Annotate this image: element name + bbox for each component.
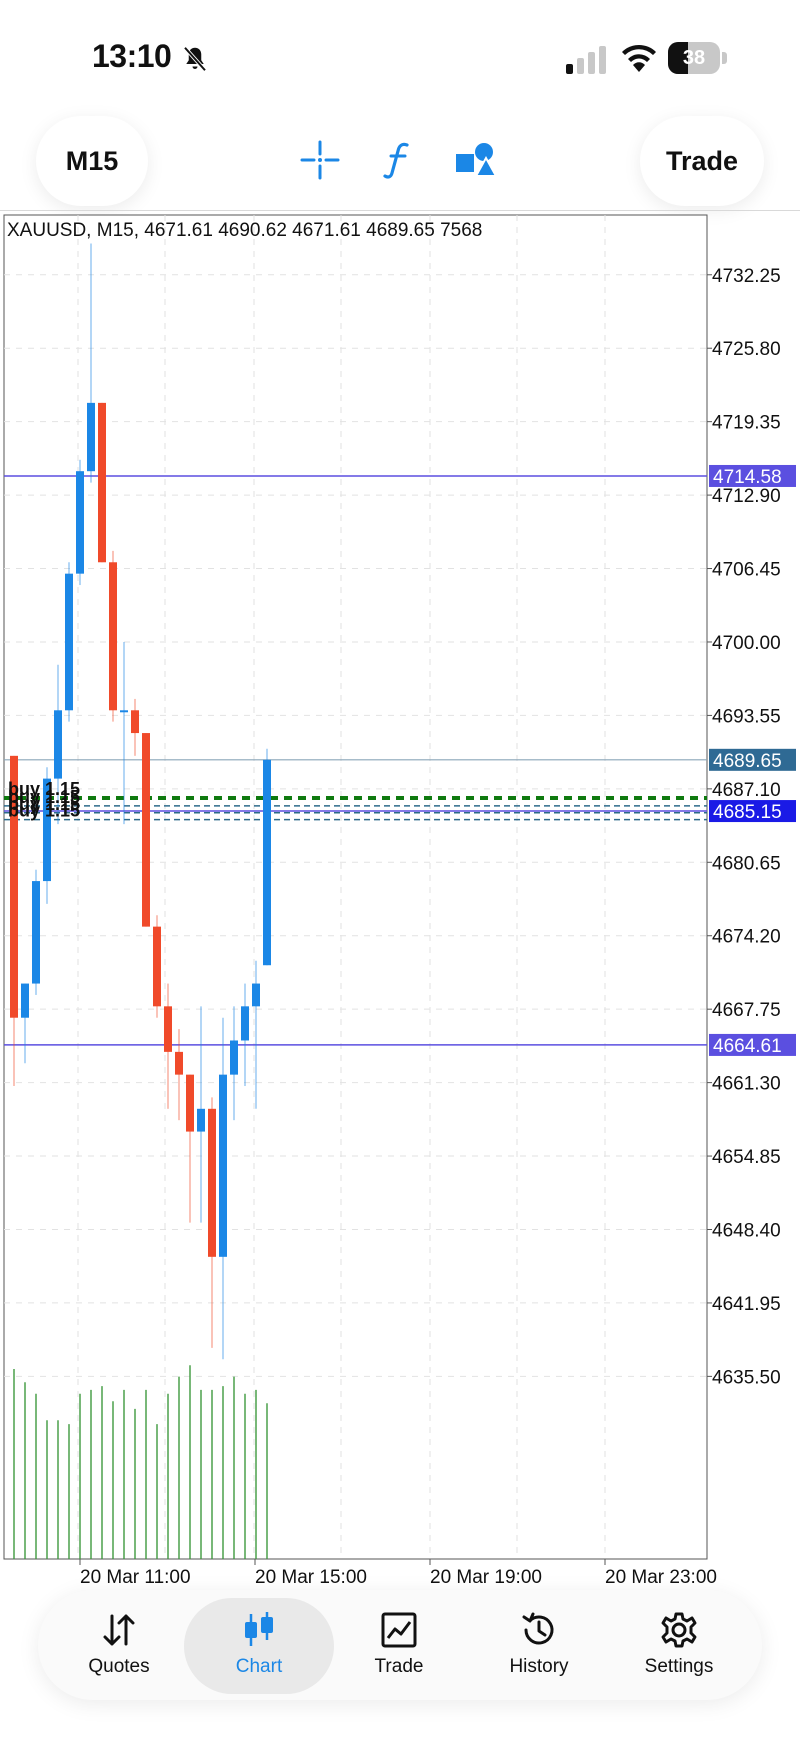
wifi-icon xyxy=(622,44,656,72)
toolbar-divider xyxy=(0,210,800,211)
candle-body xyxy=(65,573,73,711)
price-axis-label: 4661.30 xyxy=(712,1074,781,1095)
candle-body xyxy=(54,710,62,779)
nav-settings[interactable]: Settings xyxy=(604,1598,754,1694)
candle-body xyxy=(186,1074,194,1132)
bottom-navigation: Quotes Chart Trade History Settings xyxy=(38,1590,762,1700)
time-axis-label: 20 Mar 11:00 xyxy=(80,1567,191,1588)
battery-percent: 38 xyxy=(682,47,706,69)
price-axis-label: 4687.10 xyxy=(712,780,781,801)
indicator-f-icon[interactable] xyxy=(370,132,426,188)
quotes-arrows-icon xyxy=(103,1614,135,1646)
price-axis-label: 4654.85 xyxy=(712,1147,781,1168)
timeframe-button[interactable]: M15 xyxy=(36,116,148,206)
candle-body xyxy=(197,1108,205,1132)
bell-slash-icon xyxy=(183,46,207,72)
chart-header: XAUUSD, M15, 4671.61 4690.62 4671.61 468… xyxy=(7,220,483,241)
candle-body xyxy=(230,1040,238,1075)
candlestick-chart-icon xyxy=(245,1612,273,1646)
candle-body xyxy=(208,1108,216,1257)
price-axis-label: 4680.65 xyxy=(712,853,781,874)
candle-body xyxy=(21,983,29,1018)
objects-shapes-icon[interactable] xyxy=(448,132,504,188)
nav-label: History xyxy=(509,1656,569,1677)
battery-icon: 38 xyxy=(668,42,728,74)
candle-body xyxy=(219,1074,227,1257)
nav-quotes[interactable]: Quotes xyxy=(44,1598,194,1694)
price-axis-label: 4648.40 xyxy=(712,1220,781,1241)
nav-trade[interactable]: Trade xyxy=(324,1598,474,1694)
nav-label: Quotes xyxy=(88,1656,150,1677)
time-axis-label: 20 Mar 19:00 xyxy=(430,1567,542,1588)
price-axis-label: 4712.90 xyxy=(712,486,781,507)
nav-label: Trade xyxy=(374,1656,424,1677)
trade-button[interactable]: Trade xyxy=(640,116,764,206)
time-axis-label: 20 Mar 15:00 xyxy=(255,1567,367,1588)
candle-body xyxy=(142,733,150,927)
trade-chart-icon xyxy=(381,1612,417,1648)
candle-body xyxy=(175,1051,183,1075)
nav-label: Chart xyxy=(235,1656,283,1677)
nav-chart[interactable]: Chart xyxy=(184,1598,334,1694)
cellular-signal-icon xyxy=(566,46,606,74)
price-tag-label: 4714.58 xyxy=(713,467,782,488)
price-tag-label: 4689.65 xyxy=(713,751,782,772)
nav-history[interactable]: History xyxy=(464,1598,614,1694)
price-axis-label: 4725.80 xyxy=(712,339,781,360)
candle-body xyxy=(109,562,117,711)
candle-body xyxy=(241,1006,249,1041)
candle-body xyxy=(131,710,139,734)
chart-canvas[interactable]: 4732.25 4725.80 4719.35 4712.90 4706.45 4700.… xyxy=(0,212,800,1592)
candle-body xyxy=(98,402,106,563)
candle-body xyxy=(120,710,128,713)
price-axis-label: 4732.25 xyxy=(712,266,781,287)
crosshair-icon[interactable] xyxy=(292,132,348,188)
price-tag-label: 4664.61 xyxy=(713,1036,782,1057)
candle-body xyxy=(87,402,95,472)
plot-frame xyxy=(3,214,708,1560)
price-axis-label: 4641.95 xyxy=(712,1294,781,1315)
candle-body xyxy=(76,471,84,574)
price-axis-label: 4635.50 xyxy=(712,1367,781,1388)
candle-body xyxy=(252,983,260,1007)
price-chart[interactable]: 4732.25 4725.80 4719.35 4712.90 4706.45 4700.… xyxy=(0,212,800,1592)
settings-gear-icon xyxy=(661,1612,697,1648)
price-axis-label: 4706.45 xyxy=(712,560,781,581)
status-time: 13:10 xyxy=(92,38,172,74)
candle-body xyxy=(263,759,271,966)
price-axis-label: 4674.20 xyxy=(712,927,781,948)
order-label: buy 1.15 xyxy=(8,801,80,821)
candle-body xyxy=(164,1006,172,1052)
nav-label: Settings xyxy=(644,1656,714,1677)
price-axis-label: 4693.55 xyxy=(712,706,781,727)
candle-body xyxy=(153,926,161,1007)
candle-body xyxy=(32,881,40,984)
price-tag-label: 4685.15 xyxy=(713,802,782,823)
chart-toolbar: M15 Trade xyxy=(0,110,800,210)
price-axis-label: 4667.75 xyxy=(712,1000,781,1021)
price-axis-label: 4700.00 xyxy=(712,633,781,654)
time-axis-label: 20 Mar 23:00 xyxy=(605,1567,717,1588)
history-clock-icon xyxy=(522,1612,554,1645)
status-bar: 13:10 38 xyxy=(0,0,800,100)
price-axis-label: 4719.35 xyxy=(712,413,781,434)
